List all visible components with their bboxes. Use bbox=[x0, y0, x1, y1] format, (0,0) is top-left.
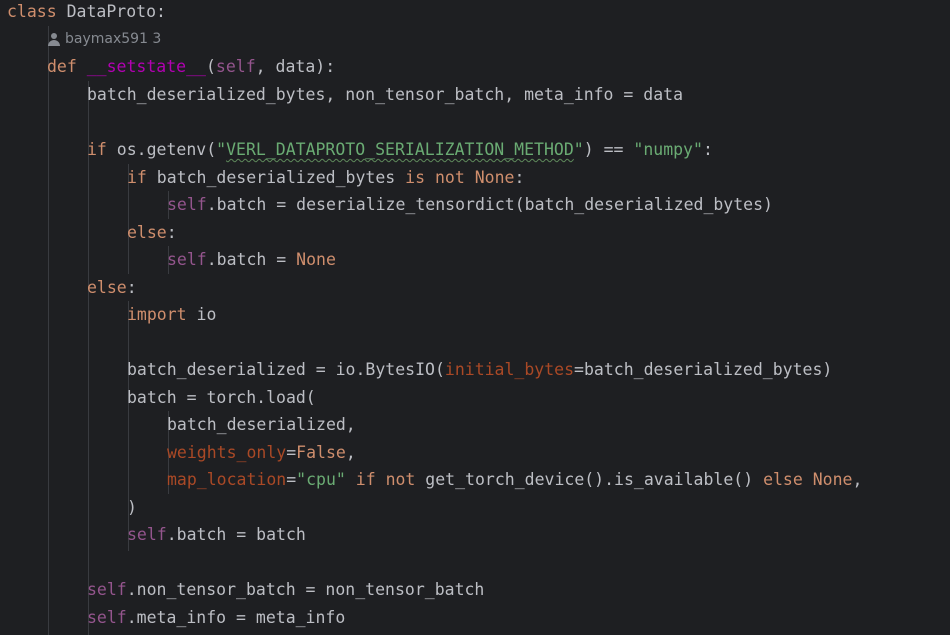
code-text: = bbox=[286, 470, 297, 489]
keyword: False bbox=[296, 443, 346, 462]
code-line[interactable]: weights_only=False, bbox=[167, 439, 356, 466]
code-line[interactable]: batch_deserialized = io.BytesIO(initial_… bbox=[127, 356, 832, 383]
named-param: initial_bytes bbox=[444, 360, 575, 379]
code-text: get_torch_device().is_available() bbox=[415, 470, 764, 489]
author-hint-text: baymax591 3 bbox=[65, 31, 162, 47]
code-line[interactable]: import io bbox=[127, 301, 216, 328]
code-line[interactable]: self.batch = batch bbox=[127, 521, 306, 548]
named-param: weights_only bbox=[167, 443, 287, 462]
code-text: .non_tensor_batch = non_tensor_batch bbox=[126, 580, 485, 599]
code-text: ) == bbox=[583, 140, 634, 159]
self-keyword: self bbox=[127, 525, 167, 544]
code-text: , bbox=[345, 443, 356, 462]
code-text: = bbox=[286, 443, 297, 462]
code-line[interactable]: map_location="cpu" if not get_torch_devi… bbox=[167, 466, 862, 493]
code-text: batch_deserialized_bytes bbox=[146, 168, 406, 187]
code-line[interactable]: if os.getenv("VERL_DATAPROTO_SERIALIZATI… bbox=[87, 136, 713, 163]
keyword: else bbox=[127, 223, 167, 242]
string-literal: " bbox=[573, 140, 584, 159]
code-text: batch_deserialized = io.BytesIO( bbox=[127, 360, 445, 379]
keyword: None bbox=[812, 470, 853, 489]
code-line[interactable]: self.meta_info = meta_info bbox=[87, 604, 345, 631]
code-line[interactable]: self.batch = deserialize_tensordict(batc… bbox=[167, 191, 773, 218]
indent-guide bbox=[48, 26, 49, 635]
code-text: batch = torch.load( bbox=[127, 388, 316, 407]
code-line[interactable]: else: bbox=[127, 219, 177, 246]
keyword: else bbox=[87, 278, 127, 297]
code-text: .meta_info = meta_info bbox=[126, 608, 346, 627]
keyword: if not bbox=[355, 470, 416, 489]
code-line[interactable]: self.non_tensor_batch = non_tensor_batch bbox=[87, 576, 484, 603]
class-name: DataProto: bbox=[66, 2, 166, 21]
code-text: =batch_deserialized_bytes) bbox=[574, 360, 833, 379]
code-text: os.getenv( bbox=[106, 140, 217, 159]
code-text: .batch = bbox=[206, 250, 297, 269]
code-line[interactable]: if batch_deserialized_bytes is not None: bbox=[127, 164, 524, 191]
code-text: .batch = deserialize_tensordict(batch_de… bbox=[206, 195, 773, 214]
code-text: : bbox=[514, 168, 525, 187]
code-text: ( bbox=[205, 57, 216, 76]
code-text: ) bbox=[127, 498, 137, 517]
code-text: batch_deserialized, bbox=[167, 415, 356, 434]
code-text: : bbox=[702, 140, 713, 159]
code-text: , data): bbox=[255, 57, 336, 76]
code-line[interactable]: batch = torch.load( bbox=[127, 384, 316, 411]
code-text: : bbox=[166, 223, 177, 242]
indent-guide bbox=[88, 81, 89, 635]
keyword: import bbox=[127, 305, 187, 324]
code-line-class[interactable]: class DataProto: bbox=[7, 0, 166, 25]
keyword: if bbox=[87, 140, 107, 159]
method-name: __setstate__ bbox=[86, 57, 206, 76]
self-keyword: self bbox=[87, 580, 127, 599]
code-text: : bbox=[126, 278, 137, 297]
code-text: batch_deserialized_bytes, non_tensor_bat… bbox=[87, 85, 684, 104]
code-text: io bbox=[186, 305, 217, 324]
self-keyword: self bbox=[167, 195, 207, 214]
self-keyword: self bbox=[87, 608, 127, 627]
keyword: None bbox=[474, 168, 515, 187]
code-text: , bbox=[852, 470, 863, 489]
string-literal: VERL_DATAPROTO_SERIALIZATION_METHOD bbox=[226, 140, 574, 159]
keyword: is not bbox=[405, 168, 465, 187]
code-line[interactable]: batch_deserialized, bbox=[167, 411, 356, 438]
author-inlay-hint[interactable]: baymax591 3 bbox=[48, 29, 161, 49]
keyword: class bbox=[7, 2, 57, 21]
code-line[interactable]: ) bbox=[127, 494, 137, 521]
code-text: .batch = batch bbox=[166, 525, 306, 544]
keyword: if bbox=[127, 168, 147, 187]
self-keyword: self bbox=[215, 57, 256, 76]
code-line[interactable]: else: bbox=[87, 274, 137, 301]
string-literal: " bbox=[216, 140, 227, 159]
code-line[interactable]: batch_deserialized_bytes, non_tensor_bat… bbox=[87, 81, 683, 108]
code-editor[interactable]: class DataProto: baymax591 3 def __setst… bbox=[0, 0, 950, 635]
keyword: else bbox=[763, 470, 803, 489]
code-line-def[interactable]: def __setstate__(self, data): bbox=[47, 53, 335, 80]
user-icon bbox=[48, 32, 60, 46]
named-param: map_location bbox=[167, 470, 287, 489]
string-literal: "cpu" bbox=[296, 470, 346, 489]
keyword: None bbox=[296, 250, 336, 269]
code-line[interactable]: self.batch = None bbox=[167, 246, 336, 273]
string-literal: "numpy" bbox=[633, 140, 703, 159]
keyword: def bbox=[47, 57, 77, 76]
self-keyword: self bbox=[167, 250, 207, 269]
